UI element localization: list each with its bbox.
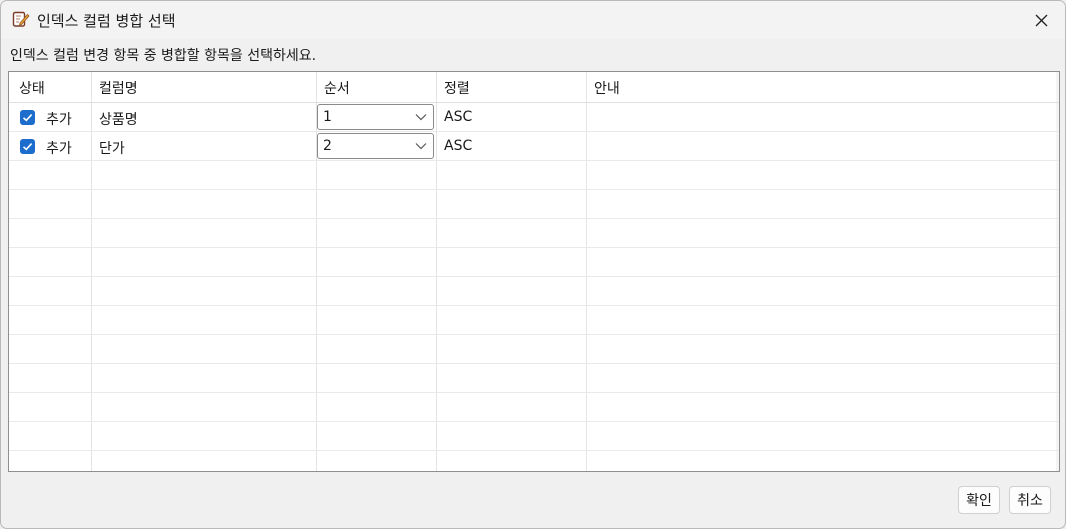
header-order[interactable]: 순서 <box>324 78 350 98</box>
table-row[interactable]: 추가 상품명 1 ASC <box>9 103 1059 132</box>
ok-button[interactable]: 확인 <box>958 486 1000 514</box>
close-button[interactable] <box>1027 7 1055 33</box>
header-status[interactable]: 상태 <box>19 78 45 98</box>
order-select[interactable]: 2 <box>317 133 434 159</box>
cell-column-name: 단가 <box>99 141 125 157</box>
cell-status: 추가 <box>46 141 72 157</box>
chevron-down-icon <box>415 114 427 121</box>
cell-sort: ASC <box>444 138 473 154</box>
row-divider <box>9 392 1059 393</box>
close-icon <box>1035 14 1047 26</box>
cell-sort: ASC <box>444 109 473 125</box>
header-column-name[interactable]: 컬럼명 <box>99 78 138 98</box>
header-note[interactable]: 안내 <box>594 78 620 98</box>
order-select-value: 2 <box>323 138 332 154</box>
title-bar: 인덱스 컬럼 병합 선택 <box>1 1 1065 39</box>
instruction-text: 인덱스 컬럼 변경 항목 중 병합할 항목을 선택하세요. <box>10 48 317 64</box>
order-select-value: 1 <box>323 109 332 125</box>
header-sort[interactable]: 정렬 <box>444 78 470 98</box>
cell-status: 추가 <box>46 112 72 128</box>
row-divider <box>9 334 1059 335</box>
dialog-window: 인덱스 컬럼 병합 선택 인덱스 컬럼 변경 항목 중 병합할 항목을 선택하세… <box>0 0 1066 529</box>
row-checkbox[interactable] <box>20 110 35 125</box>
chevron-down-icon <box>415 143 427 150</box>
row-divider <box>9 450 1059 451</box>
checkmark-icon <box>22 114 33 122</box>
cancel-button[interactable]: 취소 <box>1009 486 1051 514</box>
window-title: 인덱스 컬럼 병합 선택 <box>37 12 176 30</box>
row-divider <box>9 276 1059 277</box>
merge-columns-grid: 상태 컬럼명 순서 정렬 안내 추가 상품명 1 ASC 추가 단가 2 ASC <box>8 71 1060 472</box>
cell-column-name: 상품명 <box>99 112 138 128</box>
edit-document-icon <box>12 11 30 27</box>
table-row[interactable]: 추가 단가 2 ASC <box>9 132 1059 161</box>
order-select[interactable]: 1 <box>317 104 434 130</box>
row-divider <box>9 218 1059 219</box>
row-divider <box>9 305 1059 306</box>
row-divider <box>9 247 1059 248</box>
checkmark-icon <box>22 143 33 151</box>
row-divider <box>9 421 1059 422</box>
row-divider <box>9 363 1059 364</box>
row-divider <box>9 189 1059 190</box>
row-checkbox[interactable] <box>20 139 35 154</box>
